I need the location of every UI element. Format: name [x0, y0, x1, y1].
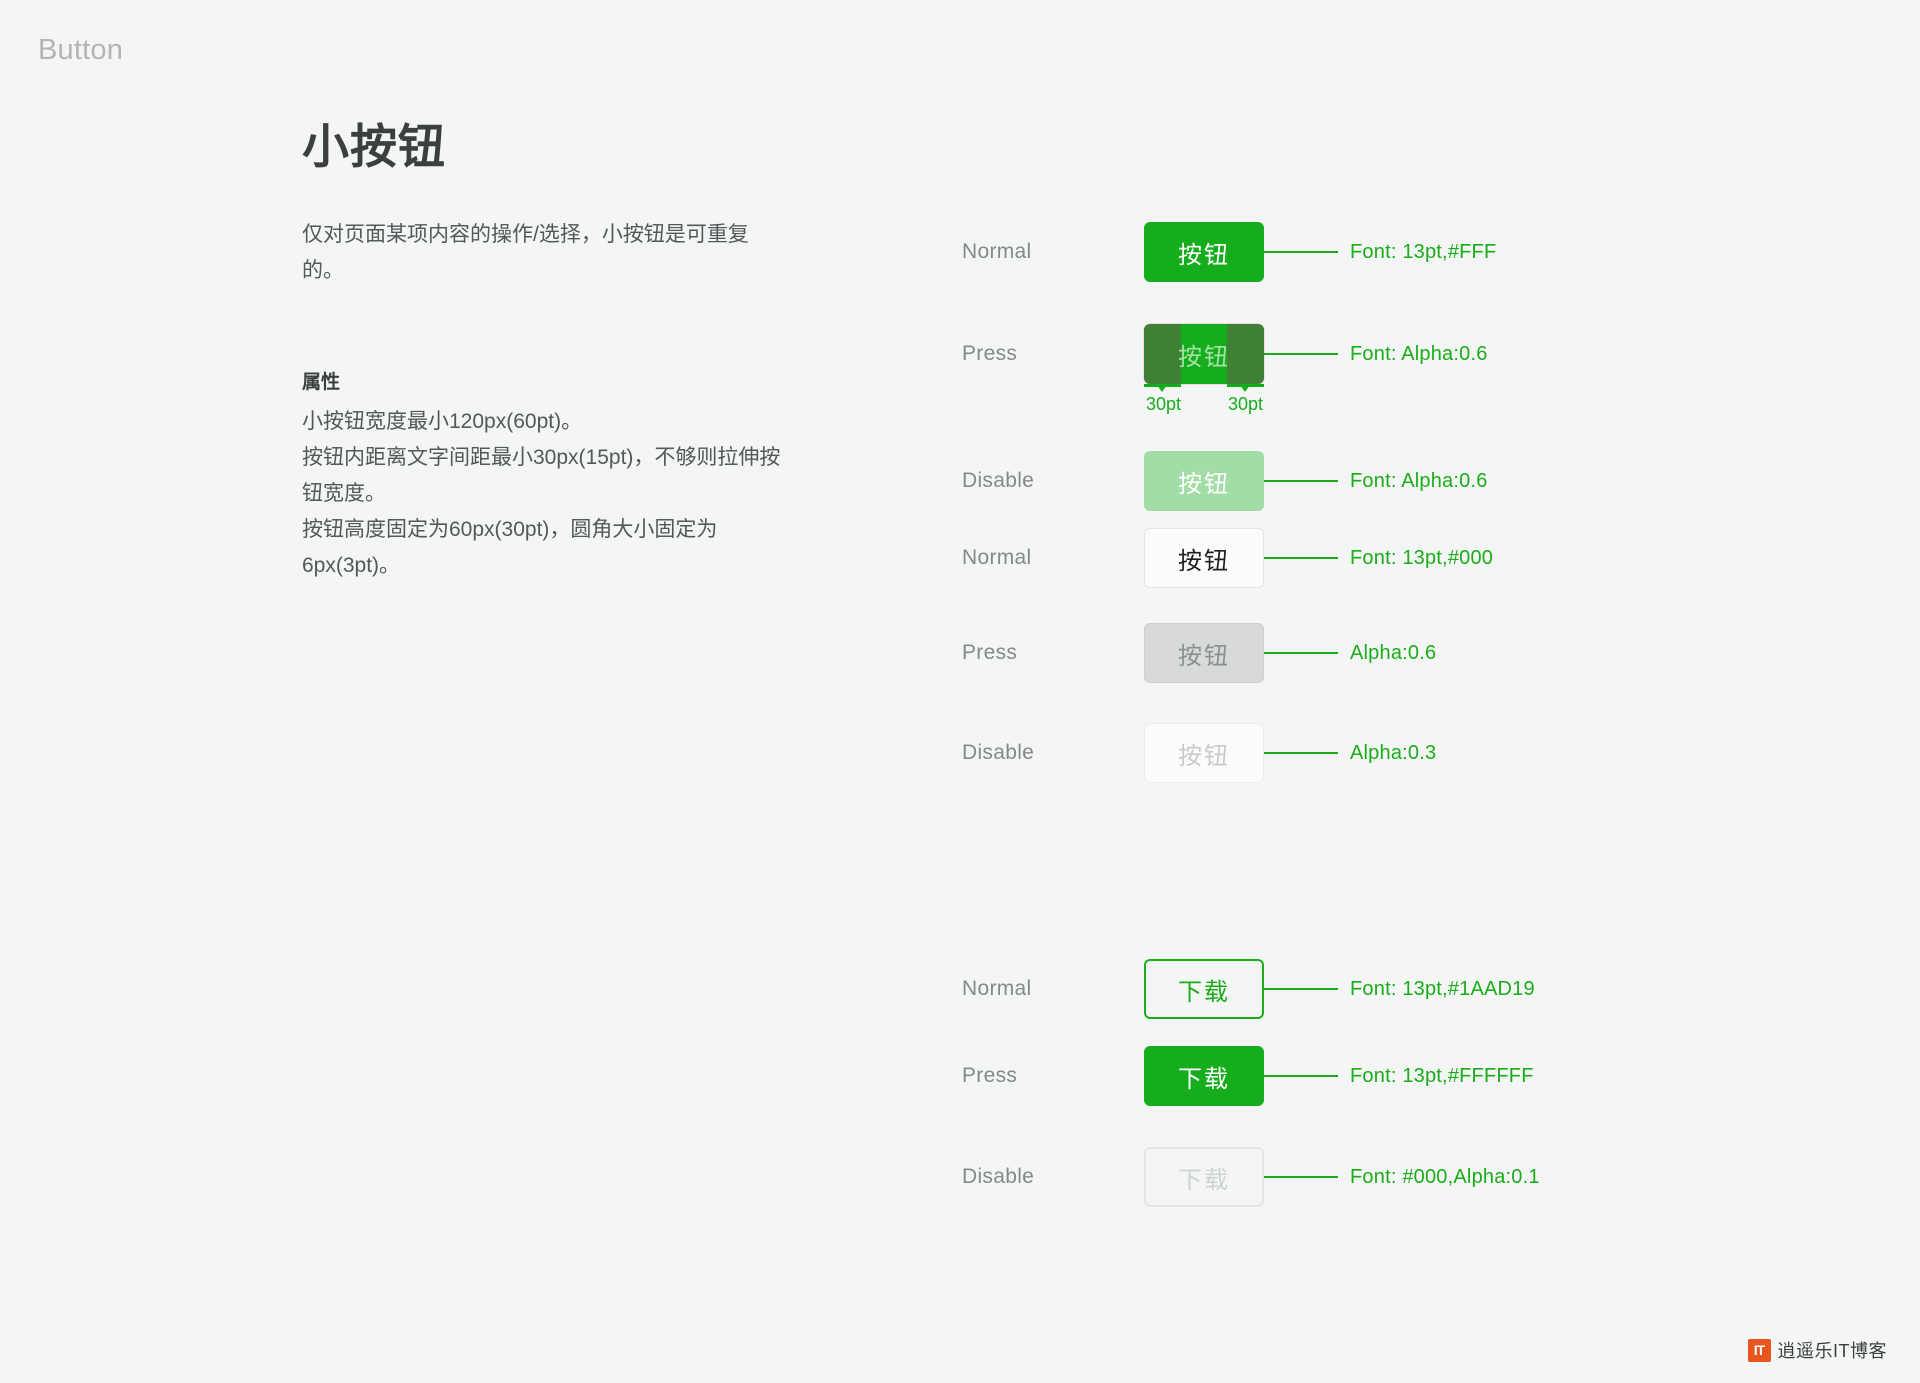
state-label: Normal: [962, 240, 1032, 263]
spec-row-download-normal: Normal 下载 Font: 13pt,#1AAD19: [962, 959, 1662, 1019]
callout-line: [1264, 557, 1338, 559]
callout-line: [1264, 480, 1338, 482]
state-label: Disable: [962, 469, 1035, 492]
state-label: Disable: [962, 1165, 1035, 1188]
attributes-block: 属性 小按钮宽度最小120px(60pt)。 按钮内距离文字间距最小30px(1…: [302, 367, 789, 584]
spec-row-download-disable: Disable 下载 Font: #000,Alpha:0.1: [962, 1147, 1662, 1207]
page-title: 小按钮: [302, 120, 446, 173]
state-label: Normal: [962, 977, 1032, 1000]
annotation-text: Alpha:0.3: [1350, 741, 1437, 764]
primary-button-normal[interactable]: 按钮: [1144, 222, 1264, 282]
button-slot: 按钮: [1144, 528, 1264, 588]
download-button-disable: 下载: [1144, 1147, 1264, 1207]
spec-row-primary-disable: Disable 按钮 Font: Alpha:0.6: [962, 451, 1662, 511]
button-slot: 下载: [1144, 959, 1264, 1019]
attribute-line: 按钮高度固定为60px(30pt)，圆角大小固定为6px(3pt)。: [302, 518, 718, 578]
measure-arrow-right-icon: [1240, 385, 1250, 392]
annotation-text: Font: Alpha:0.6: [1350, 342, 1488, 365]
annotation-text: Font: #000,Alpha:0.1: [1350, 1165, 1540, 1188]
annotation-text: Font: 13pt,#1AAD19: [1350, 977, 1535, 1000]
button-slot: 按钮: [1144, 451, 1264, 511]
measure-arrow-left-icon: [1157, 385, 1167, 392]
annotation-text: Alpha:0.6: [1350, 641, 1437, 664]
spec-row-download-press: Press 下载 Font: 13pt,#FFFFFF: [962, 1046, 1662, 1106]
watermark-logo-icon: IT: [1747, 1338, 1771, 1362]
annotation-text: Font: 13pt,#000: [1350, 546, 1494, 569]
button-slot: 下载: [1144, 1147, 1264, 1207]
spec-row-secondary-press: Press 按钮 Alpha:0.6: [962, 623, 1662, 683]
spec-row-secondary-disable: Disable 按钮 Alpha:0.3: [962, 723, 1662, 783]
design-spec-page: Button 小按钮 仅对页面某项内容的操作/选择，小按钮是可重复的。 属性 小…: [0, 0, 1920, 1383]
annotation-text: Font: 13pt,#FFF: [1350, 240, 1497, 263]
callout-line: [1264, 1176, 1338, 1178]
download-button-press[interactable]: 下载: [1144, 1046, 1264, 1106]
secondary-button-normal[interactable]: 按钮: [1144, 528, 1264, 588]
button-slot: 按钮: [1144, 723, 1264, 783]
button-slot: 按钮: [1144, 623, 1264, 683]
documentation-column: 小按钮 仅对页面某项内容的操作/选择，小按钮是可重复的。 属性 小按钮宽度最小1…: [302, 120, 802, 584]
spec-row-secondary-normal: Normal 按钮 Font: 13pt,#000: [962, 528, 1662, 588]
watermark-text: 逍遥乐IT博客: [1777, 1341, 1887, 1361]
spec-row-primary-normal: Normal 按钮 Font: 13pt,#FFF: [962, 222, 1662, 282]
attribute-line: 按钮内距离文字间距最小30px(15pt)，不够则拉伸按钮宽度。: [302, 446, 781, 506]
measure-label-right: 30pt: [1228, 394, 1264, 414]
primary-button-press[interactable]: 按钮: [1143, 323, 1265, 385]
callout-line: [1264, 988, 1338, 990]
state-label: Press: [962, 641, 1018, 664]
callout-line: [1264, 251, 1338, 253]
watermark: IT 逍遥乐IT博客: [1747, 1337, 1888, 1363]
download-button-normal[interactable]: 下载: [1144, 959, 1264, 1019]
button-slot: 下载: [1144, 1046, 1264, 1106]
breadcrumb[interactable]: Button: [38, 34, 123, 67]
attribute-line: 小按钮宽度最小120px(60pt)。: [302, 410, 583, 434]
state-label: Press: [962, 1064, 1018, 1087]
button-slot: 按钮: [1144, 222, 1264, 282]
annotation-text: Font: 13pt,#FFFFFF: [1350, 1064, 1534, 1087]
state-label: Press: [962, 342, 1018, 365]
state-label: Disable: [962, 741, 1035, 764]
secondary-button-disable: 按钮: [1144, 723, 1264, 783]
intro-paragraph: 仅对页面某项内容的操作/选择，小按钮是可重复的。: [302, 223, 749, 283]
primary-button-disable: 按钮: [1144, 451, 1264, 511]
spec-row-primary-press: Press 按钮 30pt 30pt Font: Alpha:0.6: [962, 323, 1662, 414]
state-label: Normal: [962, 546, 1032, 569]
callout-line: [1264, 652, 1338, 654]
callout-line: [1264, 752, 1338, 754]
measure-label-left: 30pt: [1146, 394, 1182, 414]
annotation-text: Font: Alpha:0.6: [1350, 469, 1488, 492]
button-slot: 按钮 30pt 30pt: [1143, 323, 1265, 414]
callout-line: [1264, 1075, 1338, 1077]
button-label: 按钮: [1178, 343, 1230, 371]
secondary-button-press[interactable]: 按钮: [1144, 623, 1264, 683]
callout-line: [1264, 353, 1338, 355]
attributes-title: 属性: [302, 372, 341, 394]
